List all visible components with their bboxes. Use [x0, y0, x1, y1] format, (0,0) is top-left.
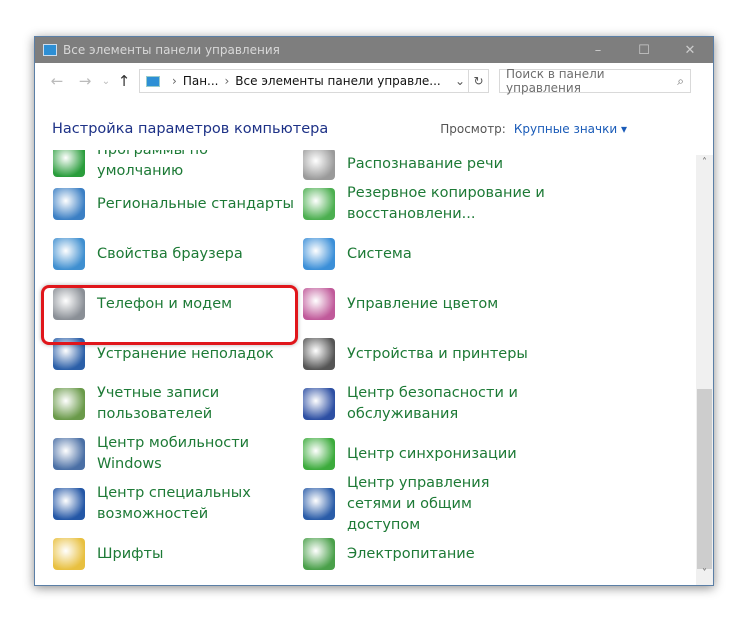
item-label: Учетные записи пользователей	[97, 385, 220, 422]
region-clock-icon	[53, 188, 85, 220]
view-label: Просмотр:	[440, 122, 506, 136]
item-label: Центр управления сетями и общим доступом	[347, 474, 490, 533]
item-label: Региональные стандарты	[97, 195, 295, 212]
fonts-icon	[53, 538, 85, 570]
back-button[interactable]: ←	[43, 72, 71, 90]
address-dropdown-button[interactable]: ⌄	[452, 74, 468, 88]
title-bar: Все элементы панели управления – ☐ ✕	[35, 37, 713, 63]
item-backup[interactable]: Резервное копирование и восстановлени...	[303, 182, 547, 226]
scroll-down-arrow[interactable]: ˅	[696, 568, 713, 585]
item-color-management[interactable]: Управление цветом	[303, 282, 547, 326]
page-title: Настройка параметров компьютера	[52, 121, 329, 137]
items-grid: Программы по умолчанию Региональные станд…	[35, 150, 696, 585]
close-button[interactable]: ✕	[667, 43, 713, 58]
network-icon	[303, 488, 335, 520]
color-management-icon	[303, 288, 335, 320]
backup-icon	[303, 188, 335, 220]
item-label: Шрифты	[97, 545, 164, 562]
item-printer[interactable]: Устройства и принтеры	[303, 332, 547, 376]
search-input[interactable]: Поиск в панели управления ⌕	[499, 67, 691, 95]
search-icon[interactable]: ⌕	[677, 74, 684, 89]
item-label: Управление цветом	[347, 295, 499, 312]
forward-button[interactable]: →	[71, 72, 99, 90]
chevron-right-icon: ›	[172, 74, 177, 88]
chevron-right-icon: ›	[224, 74, 230, 88]
control-panel-icon	[146, 75, 160, 87]
item-user-accounts[interactable]: Учетные записи пользователей	[53, 382, 297, 426]
item-sync-center[interactable]: Центр синхронизации	[303, 432, 547, 476]
default-programs-icon	[53, 150, 85, 177]
view-mode-dropdown[interactable]: Крупные значки ▾	[514, 122, 627, 136]
ease-of-access-icon	[53, 488, 85, 520]
item-network[interactable]: Центр управления сетями и общим доступом	[303, 475, 547, 533]
item-ease-of-access[interactable]: Центр специальных возможностей	[53, 482, 297, 526]
user-accounts-icon	[53, 388, 85, 420]
printer-icon	[303, 338, 335, 370]
highlight-phone-modem	[41, 285, 298, 345]
microphone-icon	[303, 150, 335, 180]
breadcrumb-control-panel[interactable]: Пан...	[183, 74, 219, 88]
item-internet-options[interactable]: Свойства браузера	[53, 232, 297, 276]
recent-locations-button[interactable]: ⌄	[99, 76, 113, 87]
vertical-scrollbar[interactable]: ˄ ˅	[696, 155, 713, 585]
item-label: Центр синхронизации	[347, 445, 517, 462]
window-title: Все элементы панели управления	[63, 43, 280, 57]
item-label: Распознавание речи	[347, 155, 504, 172]
security-flag-icon	[303, 388, 335, 420]
minimize-button[interactable]: –	[575, 43, 621, 58]
item-label: Устройства и принтеры	[347, 345, 528, 362]
sync-center-icon	[303, 438, 335, 470]
item-label: Программы по умолчанию	[97, 150, 208, 179]
item-fonts[interactable]: Шрифты	[53, 532, 297, 576]
item-label: Свойства браузера	[97, 245, 243, 262]
content-header: Настройка параметров компьютера Просмотр…	[52, 121, 713, 137]
search-placeholder: Поиск в панели управления	[506, 67, 605, 95]
item-microphone[interactable]: Распознавание речи	[303, 150, 547, 186]
mobility-center-icon	[53, 438, 85, 470]
item-label: Резервное копирование и восстановлени...	[347, 185, 545, 222]
item-label: Система	[347, 245, 412, 262]
control-panel-icon	[43, 44, 57, 56]
breadcrumb-all-items[interactable]: Все элементы панели управле...	[235, 74, 440, 88]
item-region-clock[interactable]: Региональные стандарты	[53, 182, 297, 226]
maximize-button[interactable]: ☐	[621, 43, 667, 58]
item-system[interactable]: Система	[303, 232, 547, 276]
item-label: Центр безопасности и обслуживания	[347, 385, 518, 422]
item-label: Центр мобильности Windows	[97, 435, 250, 472]
system-icon	[303, 238, 335, 270]
item-power-options[interactable]: Электропитание	[303, 532, 547, 576]
up-button[interactable]: ↑	[113, 72, 135, 90]
power-options-icon	[303, 538, 335, 570]
item-label: Центр специальных возможностей	[97, 485, 251, 522]
scrollbar-thumb[interactable]	[697, 389, 712, 569]
internet-options-icon	[53, 238, 85, 270]
scroll-up-arrow[interactable]: ˄	[696, 157, 713, 174]
navigation-bar: ← → ⌄ ↑ › Пан... › Все элементы панели у…	[35, 63, 713, 99]
item-label: Устранение неполадок	[97, 345, 274, 362]
item-security-flag[interactable]: Центр безопасности и обслуживания	[303, 382, 547, 426]
address-bar[interactable]: › Пан... › Все элементы панели управле..…	[139, 69, 469, 93]
item-label: Электропитание	[347, 545, 475, 562]
item-default-programs[interactable]: Программы по умолчанию	[53, 150, 227, 183]
item-mobility-center[interactable]: Центр мобильности Windows	[53, 432, 297, 476]
refresh-button[interactable]: ↻	[469, 69, 489, 93]
